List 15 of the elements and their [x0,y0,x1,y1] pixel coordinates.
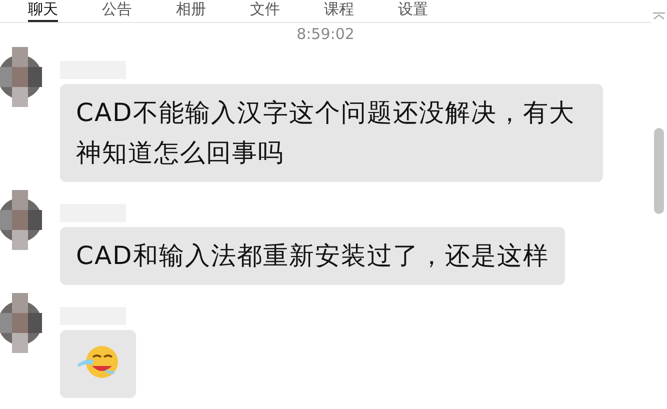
message-bubble: CAD和输入法都重新安装过了，还是这样 [60,227,565,285]
tab[interactable]: 相册 [176,0,206,22]
tab[interactable]: 课程 [324,0,354,22]
tab[interactable]: 设置 [398,0,428,22]
scroll-top-icon[interactable] [653,12,665,20]
tab[interactable]: 公告 [102,0,132,22]
avatar [0,293,44,353]
message-bubble: CAD不能输入汉字这个问题还没解决，有大神知道怎么回事吗 [60,84,603,182]
scrollbar-thumb[interactable] [654,128,664,214]
avatar [0,47,44,107]
tab[interactable]: 文件 [250,0,280,22]
tab[interactable]: 聊天 [28,0,58,22]
crying-laughing-emoji-icon [76,344,120,380]
message-time: 8:59:02 [296,25,354,43]
avatar [0,190,44,250]
